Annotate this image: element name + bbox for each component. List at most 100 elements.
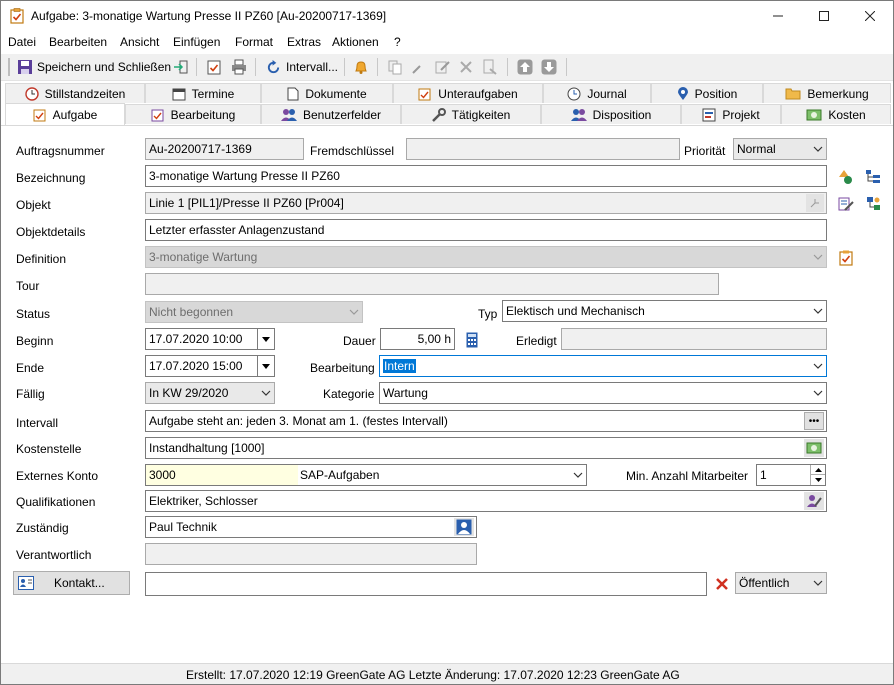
users-icon xyxy=(280,108,297,121)
menu-ansicht[interactable]: Ansicht xyxy=(120,35,159,49)
close-button[interactable] xyxy=(847,1,893,31)
qualification-picker-icon[interactable] xyxy=(804,492,824,510)
interval-button[interactable]: Intervall... xyxy=(266,58,338,76)
tab-disposition[interactable]: Disposition xyxy=(541,104,681,124)
project-icon xyxy=(702,108,716,121)
tab-unteraufgaben[interactable]: Unteraufgaben xyxy=(393,83,543,103)
typ-select[interactable]: Elektisch und Mechanisch xyxy=(502,300,827,322)
shapes-icon[interactable] xyxy=(836,167,856,187)
contact-card-icon xyxy=(18,576,34,590)
chevron-down-icon xyxy=(813,580,823,586)
stepper-down-button[interactable] xyxy=(810,475,825,485)
menu-datei[interactable]: Datei xyxy=(8,35,36,49)
status-select: Nicht begonnen xyxy=(145,301,363,323)
tab-journal[interactable]: Journal xyxy=(543,83,651,103)
chevron-down-icon xyxy=(813,146,823,152)
clear-icon[interactable] xyxy=(712,574,732,594)
erledigt-label: Erledigt xyxy=(516,334,557,348)
ende-dropdown-button[interactable] xyxy=(257,356,274,376)
tab-row-1: Stillstandzeiten Termine Dokumente Unter… xyxy=(1,83,893,103)
toolbar-grip xyxy=(8,58,10,76)
verantwortlich-field[interactable] xyxy=(145,543,477,565)
stepper-up-button[interactable] xyxy=(810,465,825,475)
print-icon[interactable] xyxy=(231,58,247,76)
fremdschluessel-field[interactable] xyxy=(406,138,680,160)
tab-position[interactable]: Position xyxy=(651,83,763,103)
save-close-label: Speichern und Schließen xyxy=(37,60,172,74)
tab-bearbeitung[interactable]: Bearbeitung xyxy=(125,104,261,124)
bezeichnung-field[interactable]: 3-monatige Wartung Presse II PZ60 xyxy=(145,165,827,187)
arrow-up-icon[interactable] xyxy=(517,58,533,76)
aufgabe-panel: Auftragsnummer Au-20200717-1369 Fremdsch… xyxy=(1,125,893,662)
typ-label: Typ xyxy=(478,307,498,321)
cost-center-picker-icon[interactable] xyxy=(804,439,824,457)
menu-aktionen[interactable]: Aktionen xyxy=(332,35,379,49)
ende-datetime[interactable]: 17.07.2020 15:00 xyxy=(145,355,275,377)
exit-icon[interactable] xyxy=(173,58,189,76)
toolbar-separator xyxy=(344,58,345,76)
user-picker-icon[interactable] xyxy=(454,518,474,536)
tab-aufgabe[interactable]: Aufgabe xyxy=(5,103,125,125)
zustaendig-field[interactable]: Paul Technik xyxy=(145,516,477,538)
objekt-label: Objekt xyxy=(16,198,51,212)
tab-taetigkeiten[interactable]: Tätigkeiten xyxy=(401,104,541,124)
object-tree-icon[interactable] xyxy=(863,194,883,214)
tab-stillstandzeiten[interactable]: Stillstandzeiten xyxy=(5,83,145,103)
toolbar-separator xyxy=(255,58,256,76)
kontakt-field[interactable] xyxy=(145,572,707,596)
task-check-icon[interactable] xyxy=(836,248,856,268)
menu-format[interactable]: Format xyxy=(235,35,273,49)
tab-kosten[interactable]: Kosten xyxy=(781,104,891,124)
verantwortlich-label: Verantwortlich xyxy=(16,548,92,562)
tab-dokumente[interactable]: Dokumente xyxy=(261,83,393,103)
calculator-icon[interactable] xyxy=(462,330,482,350)
tab-bemerkung[interactable]: Bemerkung xyxy=(763,83,891,103)
task-check-icon[interactable] xyxy=(206,58,222,76)
beginn-dropdown-button[interactable] xyxy=(257,329,274,349)
tab-termine[interactable]: Termine xyxy=(145,83,261,103)
kostenstelle-field[interactable]: Instandhaltung [1000] xyxy=(145,437,827,459)
objekt-field[interactable]: Linie 1 [PIL1]/Presse II PZ60 [Pr004] xyxy=(145,192,827,214)
save-close-button[interactable]: Speichern und Schließen xyxy=(17,58,171,76)
sichtbarkeit-select[interactable]: Öffentlich xyxy=(735,572,827,594)
minimize-button[interactable] xyxy=(755,1,801,31)
title-bar: Aufgabe: 3-monatige Wartung Presse II PZ… xyxy=(1,1,893,31)
menu-einfuegen[interactable]: Einfügen xyxy=(173,35,220,49)
tab-benutzerfelder[interactable]: Benutzerfelder xyxy=(261,104,401,124)
maximize-button[interactable] xyxy=(801,1,847,31)
auftragsnummer-field[interactable]: Au-20200717-1369 xyxy=(145,138,304,160)
menu-help[interactable]: ? xyxy=(394,35,401,49)
kategorie-select[interactable]: Wartung xyxy=(379,382,827,404)
prioritaet-select[interactable]: Normal xyxy=(733,138,827,160)
bell-icon[interactable] xyxy=(353,58,369,76)
tree-list-icon[interactable] xyxy=(863,167,883,187)
beginn-datetime[interactable]: 17.07.2020 10:00 xyxy=(145,328,275,350)
delete-icon xyxy=(459,58,473,76)
journal-clock-icon xyxy=(567,87,581,100)
folder-icon xyxy=(785,88,801,100)
dauer-field[interactable]: 5,00 h xyxy=(380,328,455,350)
faellig-select[interactable]: In KW 29/2020 xyxy=(145,382,275,404)
tour-label: Tour xyxy=(16,279,40,293)
qualifikationen-field[interactable]: Elektriker, Schlosser xyxy=(145,490,827,512)
wrench-icon xyxy=(411,58,427,76)
erledigt-field[interactable] xyxy=(561,328,827,350)
prioritaet-label: Priorität xyxy=(684,144,726,158)
objektdetails-field[interactable]: Letzter erfasster Anlagenzustand xyxy=(145,219,827,241)
intervall-field[interactable]: Aufgabe steht an: jeden 3. Monat am 1. (… xyxy=(145,410,827,432)
tour-field[interactable] xyxy=(145,273,719,295)
objekt-picker-icon[interactable] xyxy=(806,194,824,212)
objektdetails-label: Objektdetails xyxy=(16,225,86,239)
arrow-down-icon[interactable] xyxy=(541,58,557,76)
min-mitarbeiter-stepper[interactable]: 1 xyxy=(756,464,826,486)
externes-konto-select[interactable]: 3000 SAP-Aufgaben xyxy=(145,464,587,486)
bearbeitung-select[interactable]: Intern xyxy=(379,355,827,377)
intervall-more-button[interactable]: ••• xyxy=(804,412,824,430)
object-edit-icon[interactable] xyxy=(836,194,856,214)
tab-projekt[interactable]: Projekt xyxy=(681,104,781,124)
menu-bearbeiten[interactable]: Bearbeiten xyxy=(49,35,107,49)
kostenstelle-label: Kostenstelle xyxy=(16,442,82,456)
chevron-down-icon xyxy=(813,254,823,260)
kontakt-button[interactable]: Kontakt... xyxy=(13,571,130,595)
menu-extras[interactable]: Extras xyxy=(287,35,321,49)
